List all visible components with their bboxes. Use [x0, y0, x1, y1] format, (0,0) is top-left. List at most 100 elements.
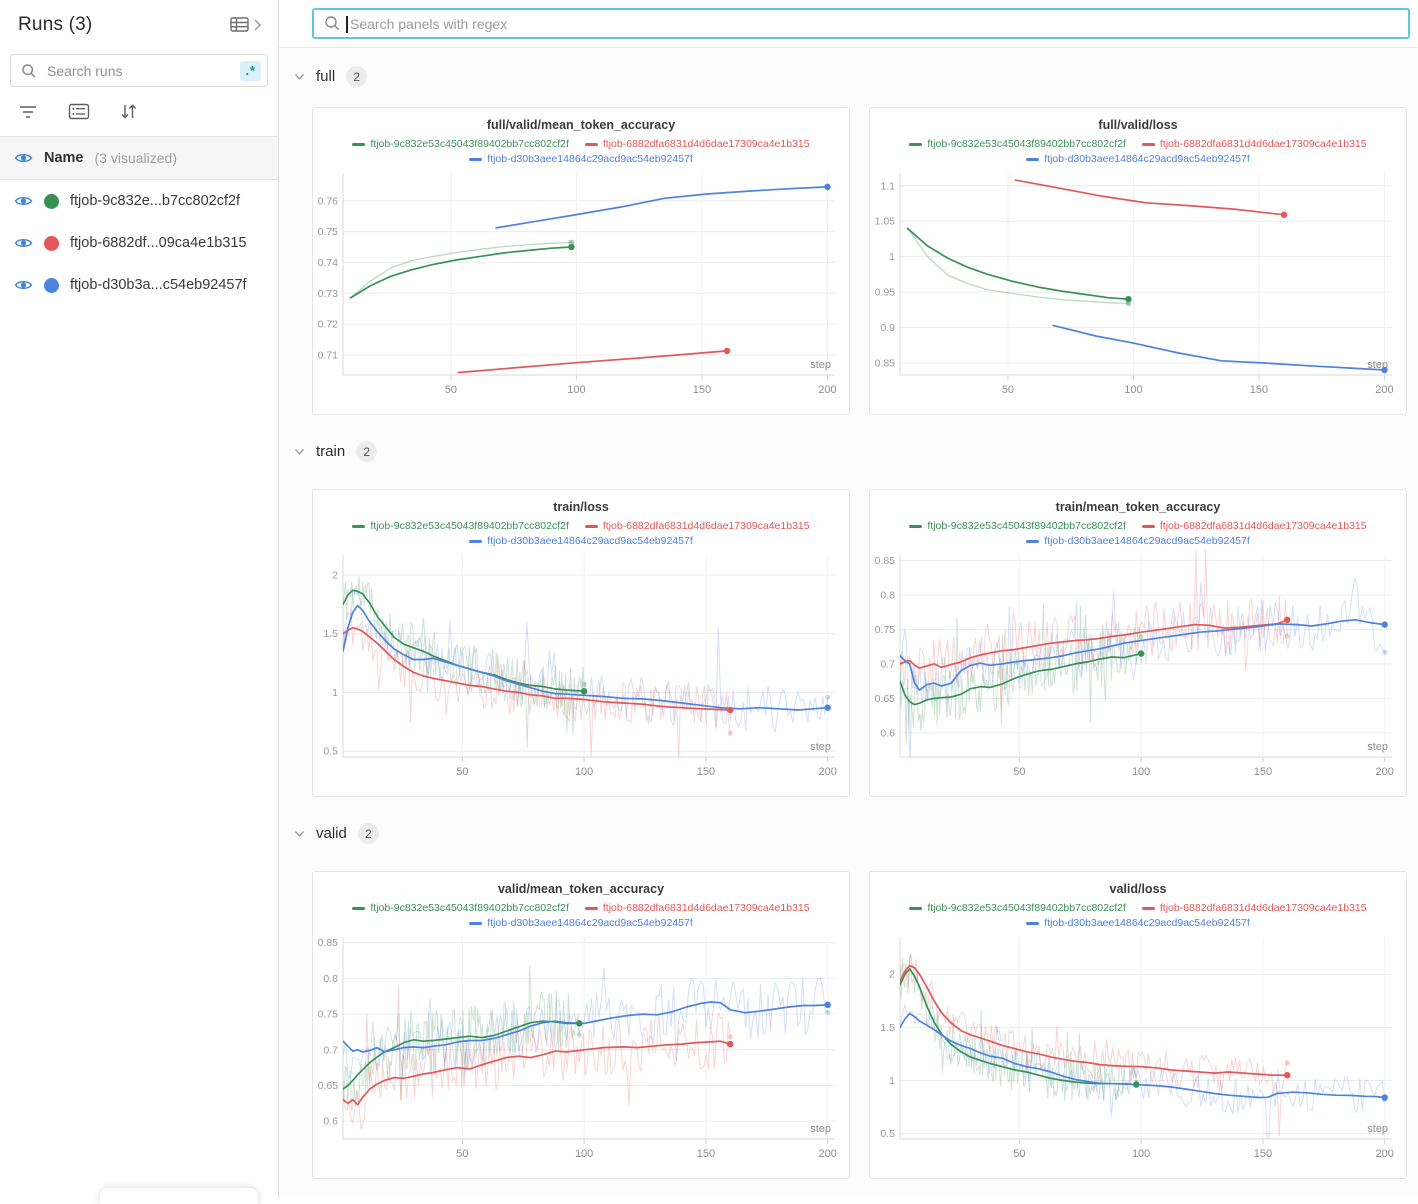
group-list-icon[interactable] — [68, 103, 90, 120]
section-header-valid[interactable]: valid2 — [294, 823, 1418, 844]
x-tick-label: 200 — [819, 1148, 837, 1160]
panel-search-input[interactable] — [348, 15, 1398, 33]
legend-item[interactable]: ftjob-6882dfa6831d4d6dae17309ca4e1b315 — [1142, 519, 1367, 534]
legend-swatch — [1142, 525, 1155, 528]
series-end-dot — [577, 1032, 582, 1037]
legend-item[interactable]: ftjob-d30b3aee14864c29acd9ac54eb92457f — [469, 534, 693, 549]
legend-item[interactable]: ftjob-9c832e53c45043f89402bb7cc802cf2f — [909, 519, 1126, 534]
section-count-badge: 2 — [358, 823, 379, 844]
x-tick-label: 100 — [1124, 384, 1142, 396]
x-tick-label: 100 — [1132, 766, 1150, 778]
x-tick-label: 100 — [567, 384, 585, 396]
section-count-badge: 2 — [346, 66, 367, 87]
sidebar-header: Runs (3) — [0, 0, 278, 42]
series-end-dot — [1125, 296, 1131, 302]
legend-swatch — [585, 525, 598, 528]
runs-toolbar — [0, 87, 278, 136]
y-tick-label: 0.75 — [318, 226, 339, 238]
series-raw-line — [343, 576, 584, 747]
regex-toggle[interactable]: .* — [240, 61, 261, 81]
legend-swatch — [909, 143, 922, 146]
panel-row-full: full/valid/mean_token_accuracyftjob-9c83… — [312, 107, 1418, 415]
legend-label: ftjob-d30b3aee14864c29acd9ac54eb92457f — [1044, 534, 1250, 549]
legend-item[interactable]: ftjob-9c832e53c45043f89402bb7cc802cf2f — [909, 137, 1126, 152]
series-end-dot — [1133, 1081, 1139, 1087]
legend-item[interactable]: ftjob-9c832e53c45043f89402bb7cc802cf2f — [909, 901, 1126, 916]
series-end-dot — [1138, 650, 1144, 656]
legend-label: ftjob-9c832e53c45043f89402bb7cc802cf2f — [370, 519, 569, 534]
panel-search-box — [312, 8, 1410, 39]
chart-plot: 0.60.650.70.750.80.8550100150200step — [313, 931, 849, 1169]
legend-swatch — [352, 143, 365, 146]
eye-icon[interactable] — [14, 236, 33, 250]
sort-icon[interactable] — [120, 103, 138, 120]
legend-label: ftjob-9c832e53c45043f89402bb7cc802cf2f — [927, 901, 1126, 916]
x-tick-label: 50 — [1013, 766, 1025, 778]
section-header-full[interactable]: full2 — [294, 66, 1418, 87]
legend-item[interactable]: ftjob-d30b3aee14864c29acd9ac54eb92457f — [1026, 152, 1250, 167]
y-tick-label: 0.7 — [880, 658, 895, 670]
y-tick-label: 1.5 — [323, 628, 338, 640]
x-tick-label: 200 — [1376, 1148, 1394, 1160]
legend-item[interactable]: ftjob-d30b3aee14864c29acd9ac54eb92457f — [469, 916, 693, 931]
legend-item[interactable]: ftjob-9c832e53c45043f89402bb7cc802cf2f — [352, 137, 569, 152]
panel-title: train/mean_token_accuracy — [870, 500, 1406, 515]
panel-title: valid/mean_token_accuracy — [313, 882, 849, 897]
x-tick-label: 50 — [1013, 1148, 1025, 1160]
y-tick-label: 0.8 — [323, 973, 338, 985]
series-line — [459, 351, 728, 373]
legend-item[interactable]: ftjob-6882dfa6831d4d6dae17309ca4e1b315 — [1142, 901, 1367, 916]
legend-item[interactable]: ftjob-6882dfa6831d4d6dae17309ca4e1b315 — [1142, 137, 1367, 152]
chart-legend: ftjob-9c832e53c45043f89402bb7cc802cf2fft… — [870, 897, 1406, 931]
legend-label: ftjob-d30b3aee14864c29acd9ac54eb92457f — [487, 152, 693, 167]
chart-panel[interactable]: full/valid/mean_token_accuracyftjob-9c83… — [312, 107, 850, 415]
legend-label: ftjob-d30b3aee14864c29acd9ac54eb92457f — [487, 534, 693, 549]
legend-item[interactable]: ftjob-9c832e53c45043f89402bb7cc802cf2f — [352, 519, 569, 534]
legend-item[interactable]: ftjob-6882dfa6831d4d6dae17309ca4e1b315 — [585, 137, 810, 152]
section-header-train[interactable]: train2 — [294, 441, 1418, 462]
run-row[interactable]: ftjob-6882df...09ca4e1b315 — [0, 222, 278, 264]
chart-panel[interactable]: train/lossftjob-9c832e53c45043f89402bb7c… — [312, 489, 850, 797]
run-row[interactable]: ftjob-9c832e...b7cc802cf2f — [0, 180, 278, 222]
x-tick-label: 50 — [456, 1148, 468, 1160]
chart-panel[interactable]: valid/mean_token_accuracy ftjob-9c832e53c… — [312, 871, 850, 1179]
series-raw-line — [900, 578, 1385, 767]
x-tick-label: 150 — [693, 384, 711, 396]
y-tick-label: 0.71 — [318, 349, 339, 361]
legend-label: ftjob-d30b3aee14864c29acd9ac54eb92457f — [487, 916, 693, 931]
eye-icon[interactable] — [14, 151, 33, 165]
legend-item[interactable]: ftjob-d30b3aee14864c29acd9ac54eb92457f — [1026, 534, 1250, 549]
x-tick-label: 200 — [818, 384, 836, 396]
runs-table-icon[interactable] — [229, 16, 251, 34]
legend-item[interactable]: ftjob-d30b3aee14864c29acd9ac54eb92457f — [1026, 916, 1250, 931]
chart-panel[interactable]: train/mean_token_accuracy ftjob-9c832e53c… — [869, 489, 1407, 797]
y-tick-label: 0.5 — [323, 746, 338, 758]
eye-icon[interactable] — [14, 278, 33, 292]
y-tick-label: 0.75 — [875, 624, 896, 636]
app: Runs (3) — [0, 0, 1418, 1198]
legend-label: ftjob-9c832e53c45043f89402bb7cc802cf2f — [370, 901, 569, 916]
panel-row-valid: valid/mean_token_accuracy ftjob-9c832e53c… — [312, 871, 1418, 1179]
series-end-dot — [1381, 1094, 1387, 1100]
legend-item[interactable]: ftjob-d30b3aee14864c29acd9ac54eb92457f — [469, 152, 693, 167]
panel-title: valid/loss — [870, 882, 1406, 897]
series-raw-line — [343, 608, 730, 762]
collapse-chevron-icon[interactable] — [253, 18, 262, 32]
chart-plot: 0.511.5250100150200step — [313, 549, 849, 787]
chart-panel[interactable]: valid/lossftjob-9c832e53c45043f89402bb7c… — [869, 871, 1407, 1179]
filter-icon[interactable] — [18, 104, 38, 120]
x-tick-label: 100 — [1132, 1148, 1150, 1160]
legend-item[interactable]: ftjob-6882dfa6831d4d6dae17309ca4e1b315 — [585, 901, 810, 916]
series-end-dot — [568, 244, 574, 250]
run-row[interactable]: ftjob-d30b3a...c54eb92457f — [0, 264, 278, 306]
chevron-down-icon — [294, 73, 305, 81]
y-tick-label: 0.72 — [318, 319, 339, 331]
x-axis-label: step — [810, 1123, 831, 1135]
series-end-dot — [1285, 1060, 1290, 1065]
eye-icon[interactable] — [14, 194, 33, 208]
x-tick-label: 150 — [1250, 384, 1268, 396]
legend-item[interactable]: ftjob-6882dfa6831d4d6dae17309ca4e1b315 — [585, 519, 810, 534]
legend-item[interactable]: ftjob-9c832e53c45043f89402bb7cc802cf2f — [352, 901, 569, 916]
chart-panel[interactable]: full/valid/lossftjob-9c832e53c45043f8940… — [869, 107, 1407, 415]
search-runs-input[interactable] — [45, 62, 240, 80]
